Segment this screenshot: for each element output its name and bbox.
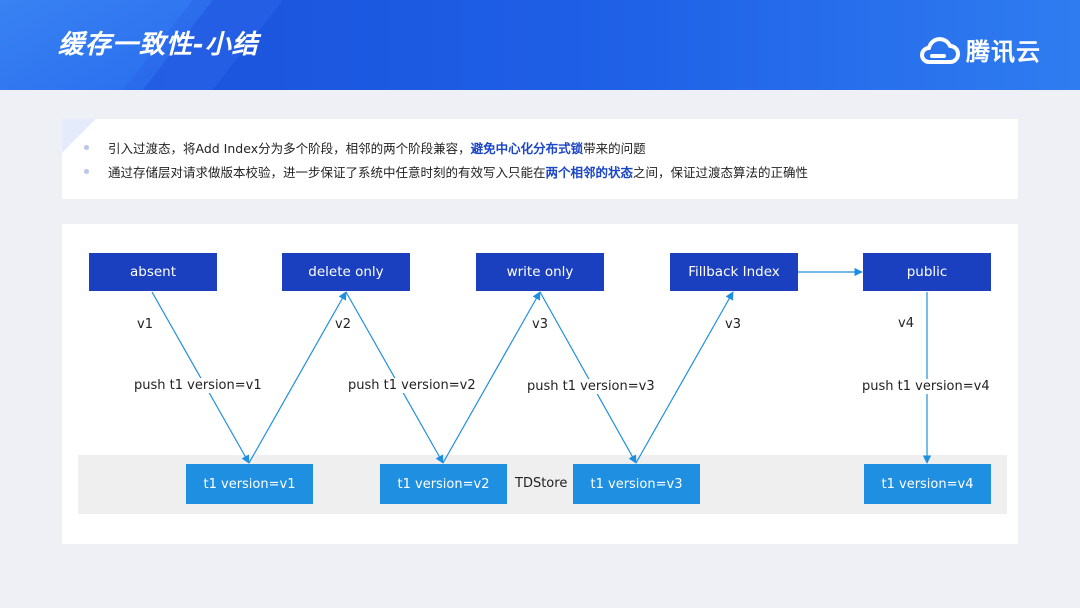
state-public: public [863,253,991,291]
ack-arrow-v3b [635,291,734,464]
version-tag: v1 [137,317,153,332]
version-tag: v3 [725,317,741,332]
store-version-v1: t1 version=v1 [186,464,313,504]
store-version-v4: t1 version=v4 [864,464,991,504]
state-write-only: write only [476,253,604,291]
store-version-v2: t1 version=v2 [380,464,507,504]
version-tag: v3 [532,317,548,332]
ack-arrow-v2 [248,291,347,464]
state-fillback-index: Fillback Index [670,253,798,291]
state-delete-only: delete only [282,253,410,291]
store-label: TDStore [515,476,568,491]
version-tag: v4 [898,316,914,331]
push-label: push t1 version=v3 [527,379,655,394]
store-version-v3: t1 version=v3 [573,464,700,504]
state-absent: absent [89,253,217,291]
version-tag: v2 [335,317,351,332]
push-arrow-v3 [539,291,637,464]
push-label: push t1 version=v1 [134,378,262,393]
push-label: push t1 version=v2 [348,378,476,393]
transition-arrows [151,267,932,464]
push-label: push t1 version=v4 [862,379,990,394]
